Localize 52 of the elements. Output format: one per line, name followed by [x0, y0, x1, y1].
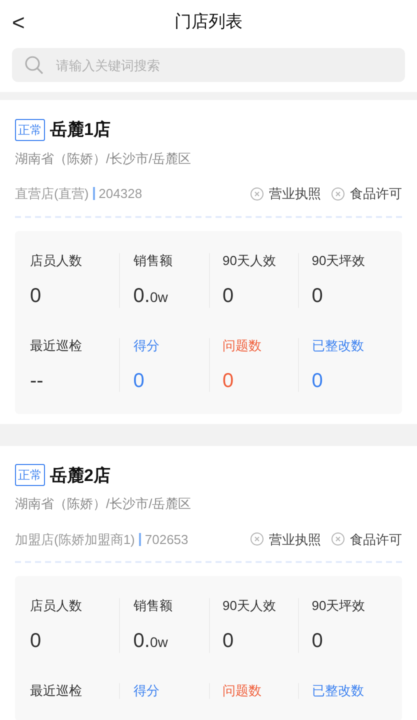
store-name: 岳麓2店 [50, 464, 110, 486]
stat-value: 0.0w [133, 284, 169, 308]
status-tag: 正常 [15, 464, 45, 486]
stat-label: 最近巡检 [30, 683, 83, 699]
stat-value: 0 [30, 284, 42, 306]
store-region: 湖南省（陈娇）/长沙市/岳麓区 [15, 150, 192, 168]
stat-value: 0 [30, 630, 42, 652]
back-button[interactable]: < [10, 6, 27, 38]
store-code: 702653 [144, 530, 188, 548]
status-tag: 正常 [15, 118, 45, 141]
stat-value: -- [30, 370, 44, 392]
store-name: 岳麓1店 [50, 119, 110, 141]
cross-circle-icon [250, 532, 264, 546]
stat-value: 0 [312, 630, 324, 652]
stat-label: 得分 [133, 683, 160, 699]
stat-label: 90天坪效 [312, 598, 366, 614]
store-card[interactable]: 正常 岳麓2店 湖南省（陈娇）/长沙市/岳麓区 加盟店(陈娇加盟商1) 702653 营业执照 食品许可 店员人数 0 销售额 0.0w 90天人效 0 90天坪效 0 最近巡检 得分 问题数 已整改数 [0, 446, 417, 720]
license-label: 营业执照 [269, 530, 321, 548]
stat-value: 0 [222, 284, 235, 306]
license-label: 营业执照 [269, 185, 321, 203]
store-card[interactable]: 正常 岳麓1店 湖南省（陈娇）/长沙市/岳麓区 直营店(直营) 204328 营业执照 食品许可 店员人数 0 销售额 0.0w 90天人效 0 90天坪效 0 最近巡检 -- 得分 0 问题数 0 已整改数 0 [0, 100, 417, 424]
stat-label: 最近巡检 [30, 338, 83, 354]
search-icon [24, 55, 44, 75]
stat-label: 店员人数 [30, 598, 83, 614]
cross-circle-icon [250, 186, 264, 201]
stat-value: 0 [312, 284, 324, 306]
stat-label: 销售额 [133, 252, 174, 268]
stat-value: 0 [222, 630, 235, 652]
stat-label: 问题数 [222, 338, 262, 354]
page-title: 门店列表 [174, 11, 242, 34]
stat-value: 0.0w [133, 630, 169, 653]
stat-label: 已整改数 [312, 338, 365, 354]
stat-label: 店员人数 [30, 252, 83, 268]
store-type: 加盟店(陈娇加盟商1) [15, 530, 135, 549]
cross-circle-icon [331, 532, 345, 546]
stat-value: 0 [222, 370, 235, 392]
store-region: 湖南省（陈娇）/长沙市/岳麓区 [15, 495, 192, 513]
stat-label: 销售额 [133, 598, 174, 614]
stat-label: 得分 [133, 338, 160, 354]
stat-value: 0 [312, 370, 324, 392]
search-field[interactable]: 请输入关键词搜索 [12, 48, 405, 82]
store-type: 直营店(直营) [15, 185, 89, 203]
stat-label: 90天人效 [222, 598, 277, 614]
stat-value: 0 [133, 370, 146, 392]
cross-circle-icon [331, 186, 345, 201]
license-label: 食品许可 [350, 185, 402, 203]
license-label: 食品许可 [350, 530, 402, 548]
stat-label: 90天人效 [222, 252, 277, 268]
store-code: 204328 [98, 185, 142, 203]
stat-label: 已整改数 [312, 683, 365, 699]
stat-label: 90天坪效 [312, 252, 366, 268]
stat-label: 问题数 [222, 683, 262, 699]
